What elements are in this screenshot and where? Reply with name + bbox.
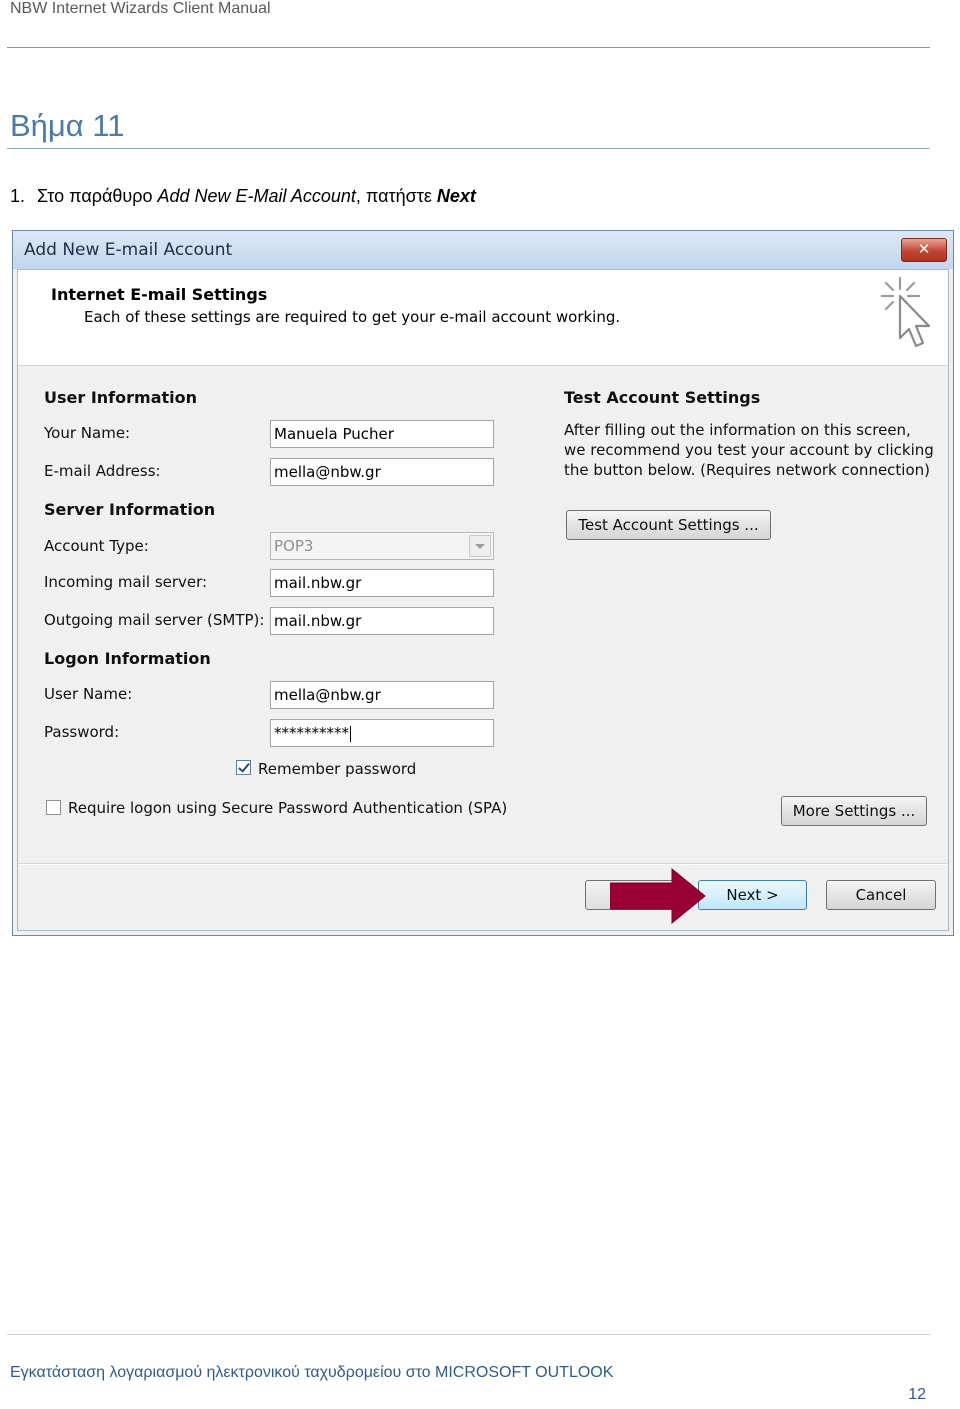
step-title: Βήμα 11 [10,108,125,143]
password-field[interactable]: ********** [270,719,494,747]
your-name-field[interactable]: Manuela Pucher [270,420,494,448]
account-type-label: Account Type: [44,537,149,555]
pointer-arrow-icon [610,867,706,925]
account-type-select[interactable]: POP3 [270,532,494,560]
server-info-heading: Server Information [44,500,216,519]
test-settings-description: After filling out the information on thi… [564,421,934,479]
account-type-value: POP3 [274,537,314,555]
user-name-label: User Name: [44,685,133,703]
header-rule [7,47,930,48]
test-account-settings-button[interactable]: Test Account Settings ... [566,510,771,540]
instruction-middle: , πατήστε [355,186,437,206]
spa-label[interactable]: Require logon using Secure Password Auth… [68,799,507,817]
close-button[interactable]: ✕ [901,238,947,262]
dialog-title: Add New E-mail Account [24,240,233,260]
password-mask: ********** [274,724,349,742]
spa-checkbox[interactable] [46,800,61,815]
cursor-sparkle-icon [880,276,931,348]
instruction-window-name: Add New E-Mail Account [157,186,356,206]
page-number: 12 [908,1386,926,1403]
outgoing-server-label: Outgoing mail server (SMTP): [44,611,265,629]
remember-password-checkbox[interactable] [236,760,251,775]
email-address-field[interactable]: mella@nbw.gr [270,458,494,486]
more-settings-button[interactable]: More Settings ... [781,796,927,826]
banner-title: Internet E-mail Settings [51,285,268,304]
outgoing-server-field[interactable]: mail.nbw.gr [270,607,494,635]
remember-password-label[interactable]: Remember password [258,760,416,778]
cancel-button[interactable]: Cancel [826,880,936,910]
document-footer: Εγκατάσταση λογαριασμού ηλεκτρονικού ταχ… [10,1364,614,1381]
banner-subtitle: Each of these settings are required to g… [84,308,621,326]
footer-rule [7,1334,930,1335]
text-caret [350,725,351,742]
instruction-number: 1. [10,186,26,206]
logon-info-heading: Logon Information [44,649,211,668]
close-icon: ✕ [917,240,931,258]
incoming-server-field[interactable]: mail.nbw.gr [270,569,494,597]
document-header: NBW Internet Wizards Client Manual [10,0,271,17]
email-address-label: E-mail Address: [44,462,161,480]
settings-banner: Internet E-mail Settings Each of these s… [18,270,948,366]
your-name-label: Your Name: [44,424,131,442]
footer-separator [18,863,948,865]
password-label: Password: [44,723,120,741]
title-rule [7,148,930,149]
instruction-prefix: Στο παράθυρο [37,186,158,206]
user-info-heading: User Information [44,388,197,407]
dialog-body: Internet E-mail Settings Each of these s… [17,269,949,931]
instruction-button-name: Next [436,186,476,206]
incoming-server-label: Incoming mail server: [44,573,208,591]
chevron-down-icon [469,535,491,557]
test-settings-heading: Test Account Settings [564,388,761,407]
user-name-field[interactable]: mella@nbw.gr [270,681,494,709]
dialog-titlebar[interactable]: Add New E-mail Account ✕ [13,231,953,269]
add-email-account-dialog: Add New E-mail Account ✕ Internet E-mail… [12,230,954,936]
instruction-line: 1. Στο παράθυρο Add New E-Mail Account, π… [10,186,476,207]
